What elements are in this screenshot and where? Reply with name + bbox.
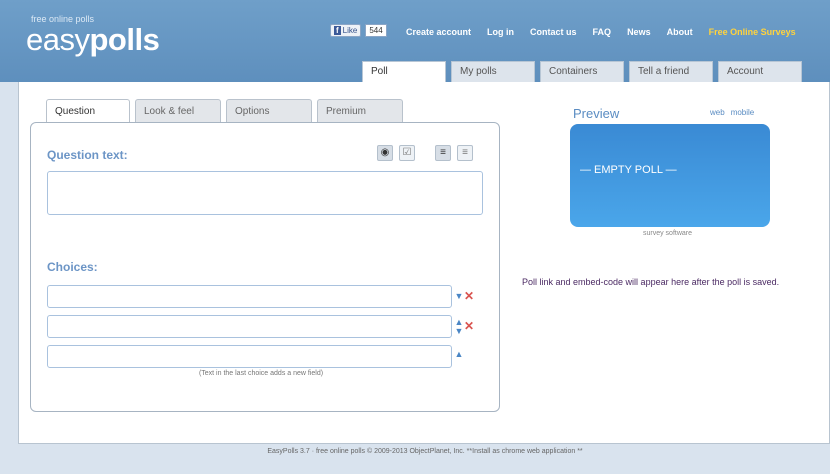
align-center-icon[interactable]: ≡	[457, 145, 473, 161]
nav-create-account[interactable]: Create account	[406, 27, 471, 37]
delete-choice-icon[interactable]: ✕	[464, 290, 474, 302]
tab-my-polls[interactable]: My polls	[451, 61, 535, 82]
radio-icon[interactable]: ◉	[377, 145, 393, 161]
preview-web-link[interactable]: web	[710, 108, 725, 117]
tab-poll[interactable]: Poll	[362, 61, 446, 82]
choices-hint: (Text in the last choice adds a new fiel…	[198, 370, 324, 377]
delete-choice-icon[interactable]: ✕	[464, 320, 474, 332]
question-text-input[interactable]	[47, 171, 483, 215]
choice-input-1[interactable]	[47, 285, 452, 308]
top-nav: Create account Log in Contact us FAQ New…	[406, 27, 796, 37]
tab-tell-a-friend[interactable]: Tell a friend	[629, 61, 713, 82]
checkbox-icon[interactable]: ☑	[399, 145, 415, 161]
logo-text-polls: polls	[89, 22, 160, 57]
nav-news[interactable]: News	[627, 27, 651, 37]
poll-preview: — EMPTY POLL —	[570, 124, 770, 227]
question-text-label: Question text:	[47, 148, 128, 162]
tab-containers[interactable]: Containers	[540, 61, 624, 82]
page-tabs: Poll My polls Containers Tell a friend A…	[362, 61, 802, 82]
tab-look-and-feel[interactable]: Look & feel	[135, 99, 221, 123]
nav-faq[interactable]: FAQ	[593, 27, 612, 37]
embed-code-note: Poll link and embed-code will appear her…	[522, 277, 780, 287]
move-up-icon[interactable]: ▲	[454, 349, 464, 359]
choices-label: Choices:	[47, 260, 98, 274]
footer: EasyPolls 3.7 · free online polls © 2009…	[267, 448, 583, 455]
tab-premium[interactable]: Premium	[317, 99, 403, 123]
preview-mobile-link[interactable]: mobile	[731, 108, 755, 117]
preview-title: Preview	[573, 106, 620, 121]
tab-account[interactable]: Account	[718, 61, 802, 82]
tab-options[interactable]: Options	[226, 99, 312, 123]
like-label: Like	[342, 26, 358, 35]
social-buttons: f Like 544	[330, 24, 387, 37]
move-down-icon[interactable]: ▼	[454, 291, 464, 301]
logo-text-easy: easy	[26, 22, 90, 57]
tab-question[interactable]: Question	[46, 99, 130, 124]
nav-contact-us[interactable]: Contact us	[530, 27, 577, 37]
nav-log-in[interactable]: Log in	[487, 27, 514, 37]
choice-input-3[interactable]	[47, 345, 452, 368]
align-left-icon[interactable]: ≡	[435, 145, 451, 161]
question-tabs: Question Look & feel Options Premium	[46, 99, 403, 124]
facebook-icon: f	[334, 26, 341, 35]
nav-about[interactable]: About	[667, 27, 693, 37]
facebook-like-button[interactable]: f Like	[330, 24, 362, 37]
question-tools: ◉ ☑ ≡ ≡	[377, 145, 473, 161]
nav-free-online-surveys[interactable]: Free Online Surveys	[709, 27, 796, 37]
choice-input-2[interactable]	[47, 315, 452, 338]
like-count: 544	[365, 24, 387, 37]
header-bar: free online polls easypolls f Like 544 C…	[0, 0, 830, 82]
preview-credit[interactable]: survey software	[643, 230, 692, 237]
empty-poll-text: — EMPTY POLL —	[580, 164, 677, 176]
move-down-icon[interactable]: ▼	[454, 326, 464, 336]
question-editor: Question text: ◉ ☑ ≡ ≡ Choices: ▼ ✕ ▲ ▼ …	[30, 122, 500, 412]
preview-mode-links: web mobile	[710, 108, 754, 117]
